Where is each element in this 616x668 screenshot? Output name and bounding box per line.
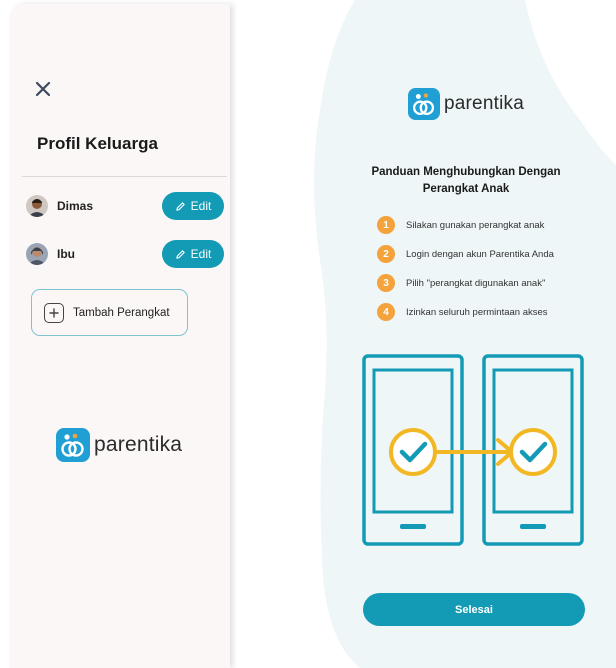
close-icon (35, 81, 51, 97)
brand-logo: parentika (56, 428, 182, 462)
step-text: Pilih "perangkat digunakan anak" (406, 277, 546, 289)
profile-name: Ibu (57, 247, 75, 261)
add-device-button[interactable]: Tambah Perangkat (31, 289, 188, 336)
plus-icon (44, 302, 64, 323)
step-number-badge: 1 (377, 216, 395, 234)
edit-profile-button[interactable]: Edit (162, 192, 224, 220)
connection-guide-panel: parentika Panduan Menghubungkan Dengan P… (300, 0, 616, 668)
avatar (26, 243, 48, 265)
divider (22, 176, 227, 177)
guide-title: Panduan Menghubungkan Dengan Perangkat A… (371, 166, 561, 195)
brand-name: parentika (94, 433, 183, 456)
edit-label: Edit (190, 247, 212, 261)
step-number-badge: 2 (377, 245, 395, 263)
family-profile-panel: Profil Keluarga Dimas Edit Ibu Edit Tamb… (10, 4, 230, 668)
panel-title: Profil Keluarga (37, 134, 158, 153)
arrow-right-icon (436, 438, 514, 466)
step-item: 1 Silakan gunakan perangkat anak (377, 216, 544, 234)
step-item: 4 Izinkan seluruh permintaan akses (377, 303, 548, 321)
step-text: Silakan gunakan perangkat anak (406, 219, 545, 231)
device-connection-illustration (362, 354, 584, 546)
profile-name: Dimas (57, 199, 94, 213)
avatar (26, 195, 48, 217)
step-text: Login dengan akun Parentika Anda (406, 248, 554, 260)
check-circle-icon (389, 428, 437, 476)
step-item: 3 Pilih "perangkat digunakan anak" (377, 274, 545, 292)
add-device-label: Tambah Perangkat (73, 306, 170, 319)
pencil-icon (175, 249, 185, 259)
step-number-badge: 4 (377, 303, 395, 321)
profile-row-ibu: Ibu Edit (26, 238, 224, 270)
parentika-logo-icon (56, 428, 90, 462)
pencil-icon (175, 201, 185, 211)
parentika-logo-icon (408, 88, 440, 120)
profile-row-dimas: Dimas Edit (26, 190, 224, 222)
edit-label: Edit (190, 199, 212, 213)
brand-name: parentika (444, 93, 524, 114)
step-text: Izinkan seluruh permintaan akses (406, 306, 548, 318)
check-circle-icon (509, 428, 557, 476)
edit-profile-button[interactable]: Edit (162, 240, 224, 268)
step-number-badge: 3 (377, 274, 395, 292)
done-button[interactable]: Selesai (363, 593, 585, 626)
step-item: 2 Login dengan akun Parentika Anda (377, 245, 554, 263)
close-button[interactable] (34, 80, 52, 98)
brand-logo: parentika (408, 88, 524, 120)
